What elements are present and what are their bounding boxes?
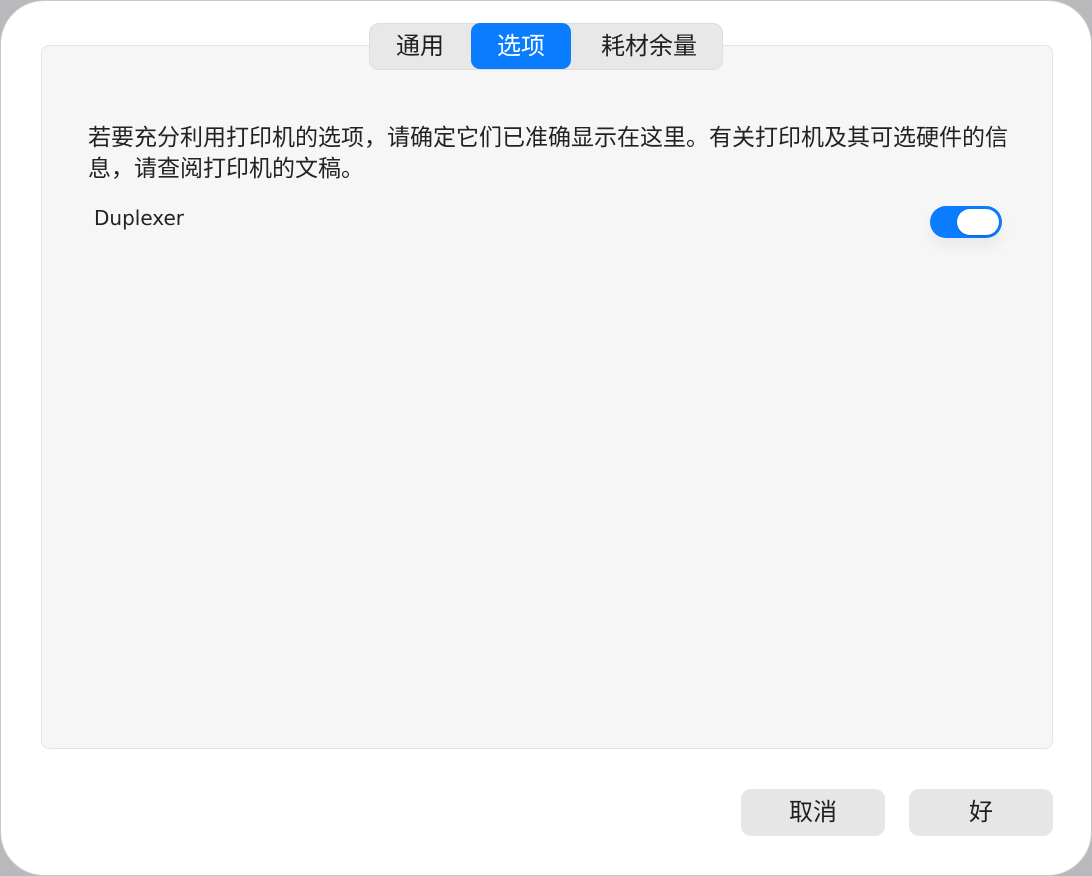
options-description: 若要充分利用打印机的选项，请确定它们已准确显示在这里。有关打印机及其可选硬件的信… bbox=[88, 125, 1008, 182]
options-panel: 若要充分利用打印机的选项，请确定它们已准确显示在这里。有关打印机及其可选硬件的信… bbox=[41, 45, 1053, 749]
printer-options-dialog: 若要充分利用打印机的选项，请确定它们已准确显示在这里。有关打印机及其可选硬件的信… bbox=[0, 0, 1092, 876]
tab-supply-levels[interactable]: 耗材余量 bbox=[574, 24, 724, 69]
tab-general[interactable]: 通用 bbox=[370, 24, 470, 69]
toggle-knob bbox=[957, 209, 999, 235]
tab-options[interactable]: 选项 bbox=[471, 23, 571, 69]
duplexer-label: Duplexer bbox=[94, 206, 185, 230]
duplexer-toggle[interactable] bbox=[930, 206, 1002, 238]
ok-button[interactable]: 好 bbox=[909, 789, 1053, 836]
tab-bar: 通用 选项 耗材余量 bbox=[369, 23, 723, 70]
cancel-button[interactable]: 取消 bbox=[741, 789, 885, 836]
